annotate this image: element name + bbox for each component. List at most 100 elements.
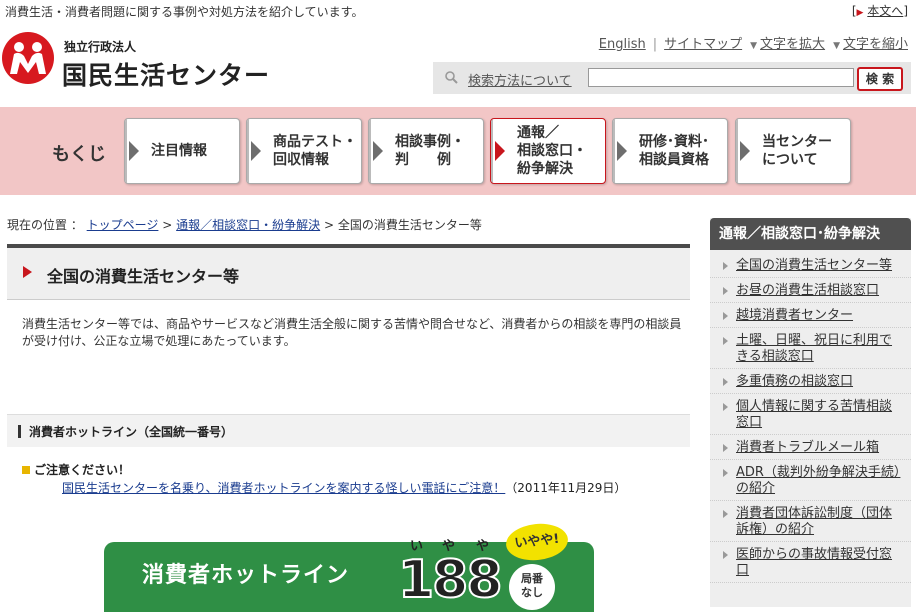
sidebar-item[interactable]: お昼の消費生活相談窓口 [710,283,911,303]
sidebar-item[interactable]: ADR（裁判外紛争解決手続）の紹介 [710,465,911,501]
sidebar-link[interactable]: 越境消費者センター [736,308,853,323]
sidebar-link[interactable]: 消費者団体訴訟制度（団体訴権）の紹介 [736,506,892,537]
enlarge-text-link[interactable]: 文字を拡大 [760,37,825,52]
triangle-right-icon [373,141,383,161]
page-title-box: 全国の消費生活センター等 [7,244,690,300]
logo-icon[interactable] [2,32,54,84]
sidebar-link[interactable]: 全国の消費生活センター等 [736,258,892,273]
banner-text: 消費者ホットライン [142,563,350,588]
sidebar-link[interactable]: 多重債務の相談窓口 [736,374,853,389]
triangle-right-icon [251,141,261,161]
breadcrumb-current: 全国の消費生活センター等 [337,218,482,232]
sidebar-link[interactable]: お昼の消費生活相談窓口 [736,283,879,298]
sidebar-link[interactable]: 土曜、日曜、祝日に利用できる相談窓口 [736,333,892,364]
nav-stripe [247,119,249,183]
triangle-right-icon [617,141,627,161]
breadcrumb-parent[interactable]: 通報／相談窓口・紛争解決 [176,218,320,232]
triangle-right-icon [723,510,728,518]
sidebar-list: 全国の消費生活センター等 お昼の消費生活相談窓口 越境消費者センター 土曜、日曜… [710,250,911,583]
nav-item-label: 商品テスト・ 回収情報 [273,134,357,168]
triangle-right-icon [129,141,139,161]
triangle-icon: ▶ [856,8,864,18]
sidebar-link[interactable]: 医師からの事故情報受付窓口 [736,547,892,578]
hotline-banner[interactable]: 消費者ホットライン い や や 188 いやや! 局番 なし [104,520,594,612]
nav-stripe [369,119,371,183]
nav-item-about[interactable]: 当センター について [735,118,851,184]
triangle-right-icon [23,266,32,278]
nav-stripe [125,119,127,183]
shrink-text-link[interactable]: 文字を縮小 [843,37,908,52]
nav-label: もくじ [52,144,106,165]
nav-item-report-consult[interactable]: 通報／ 相談窓口・ 紛争解決 [490,118,606,184]
triangle-right-icon [723,287,728,295]
triangle-right-icon [723,262,728,270]
nav-item-featured[interactable]: 注目情報 [124,118,240,184]
breadcrumb-home[interactable]: トップページ [87,218,159,232]
sidebar-item[interactable]: 土曜、日曜、祝日に利用できる相談窓口 [710,333,911,369]
triangle-right-icon [740,141,750,161]
nav-item-training[interactable]: 研修･資料･ 相談員資格 [612,118,728,184]
nav-item-product-test[interactable]: 商品テスト・ 回収情報 [246,118,362,184]
nav-item-label: 相談事例・ 判 例 [395,134,465,168]
search-button[interactable]: 検 索 [857,67,903,91]
sidebar-link[interactable]: 個人情報に関する苦情相談窓口 [736,399,892,430]
triangle-right-icon [723,469,728,477]
breadcrumb-separator: > [162,218,173,232]
nav-item-cases[interactable]: 相談事例・ 判 例 [368,118,484,184]
org-type: 独立行政法人 [64,40,137,54]
sidebar-item[interactable]: 消費者トラブルメール箱 [710,440,911,460]
skip-to-content[interactable]: [▶ 本文へ] [852,2,908,19]
sidebar-link[interactable]: ADR（裁判外紛争解決手続）の紹介 [736,465,900,496]
breadcrumb-prefix: 現在の位置 ： [7,218,83,232]
search-icon [445,71,458,84]
sidebar-item[interactable]: 消費者団体訴訟制度（団体訴権）の紹介 [710,506,911,542]
triangle-right-icon [723,312,728,320]
hotline-number: 188 [397,549,504,611]
page-title: 全国の消費生活センター等 [47,267,240,286]
notice: ご注意ください！ [22,461,130,478]
sidebar-item[interactable]: 多重債務の相談窓口 [710,374,911,394]
sidebar: 通報／相談窓口･紛争解決 全国の消費生活センター等 お昼の消費生活相談窓口 越境… [710,218,911,607]
site-tagline: 消費生活・消費者問題に関する事例や対処方法を紹介しています。 [5,5,364,19]
english-link[interactable]: English [599,37,646,52]
top-strip: 消費生活・消費者問題に関する事例や対処方法を紹介しています。 [▶ 本文へ] [0,0,916,22]
nav-item-label: 注目情報 [151,143,207,159]
sidebar-title: 通報／相談窓口･紛争解決 [710,218,911,250]
search-howto-link[interactable]: 検索方法について [468,70,572,89]
skip-link[interactable]: 本文へ [867,4,903,18]
breadcrumb-separator: > [323,218,335,232]
triangle-right-icon [723,337,728,345]
section-bar [18,425,21,438]
intro-text: 消費生活センター等では、商品やサービスなど消費生活全般に関する苦情や問合せなど、… [22,317,682,348]
sitemap-link[interactable]: サイトマップ [664,37,742,52]
sidebar-link[interactable]: 消費者トラブルメール箱 [736,440,879,455]
org-name[interactable]: 国民生活センター [62,56,270,92]
nav-stripe [736,119,738,183]
square-bullet-icon [22,466,30,474]
search-input[interactable] [588,68,854,87]
sidebar-item[interactable]: 医師からの事故情報受付窓口 [710,547,911,583]
global-nav: もくじ 注目情報 商品テスト・ 回収情報 相談事例・ 判 例 通報／ 相談窓口・… [0,107,916,195]
notice-date: （2011年11月29日） [505,481,627,495]
triangle-down-icon: ▼ [750,41,758,51]
section-title: 消費者ホットライン（全国統一番号） [29,425,234,439]
triangle-right-icon [723,551,728,559]
triangle-right-icon [723,378,728,386]
utility-links: English | サイトマップ ▼ 文字を拡大 ▼ 文字を縮小 [599,33,908,52]
triangle-right-icon [495,141,505,161]
sidebar-item[interactable]: 全国の消費生活センター等 [710,258,911,278]
triangle-down-icon: ▼ [833,41,840,51]
search-bar: 検索方法について 検 索 [433,62,911,94]
notice-heading: ご注意ください！ [34,463,131,477]
notice-link[interactable]: 国民生活センターを名乗り、消費者ホットラインを案内する怪しい電話にご注意！ [62,481,505,495]
nav-item-label: 研修･資料･ 相談員資格 [639,134,709,168]
sidebar-item[interactable]: 越境消費者センター [710,308,911,328]
sidebar-item[interactable]: 個人情報に関する苦情相談窓口 [710,399,911,435]
nav-stripe [491,119,493,183]
triangle-right-icon [723,403,728,411]
breadcrumb: 現在の位置 ： トップページ > 通報／相談窓口・紛争解決 > 全国の消費生活セ… [7,216,482,233]
triangle-right-icon [723,444,728,452]
section-header: 消費者ホットライン（全国統一番号） [7,414,690,447]
nav-item-label: 当センター について [762,134,832,168]
nav-item-label: 通報／ 相談窓口・ 紛争解決 [517,125,587,177]
